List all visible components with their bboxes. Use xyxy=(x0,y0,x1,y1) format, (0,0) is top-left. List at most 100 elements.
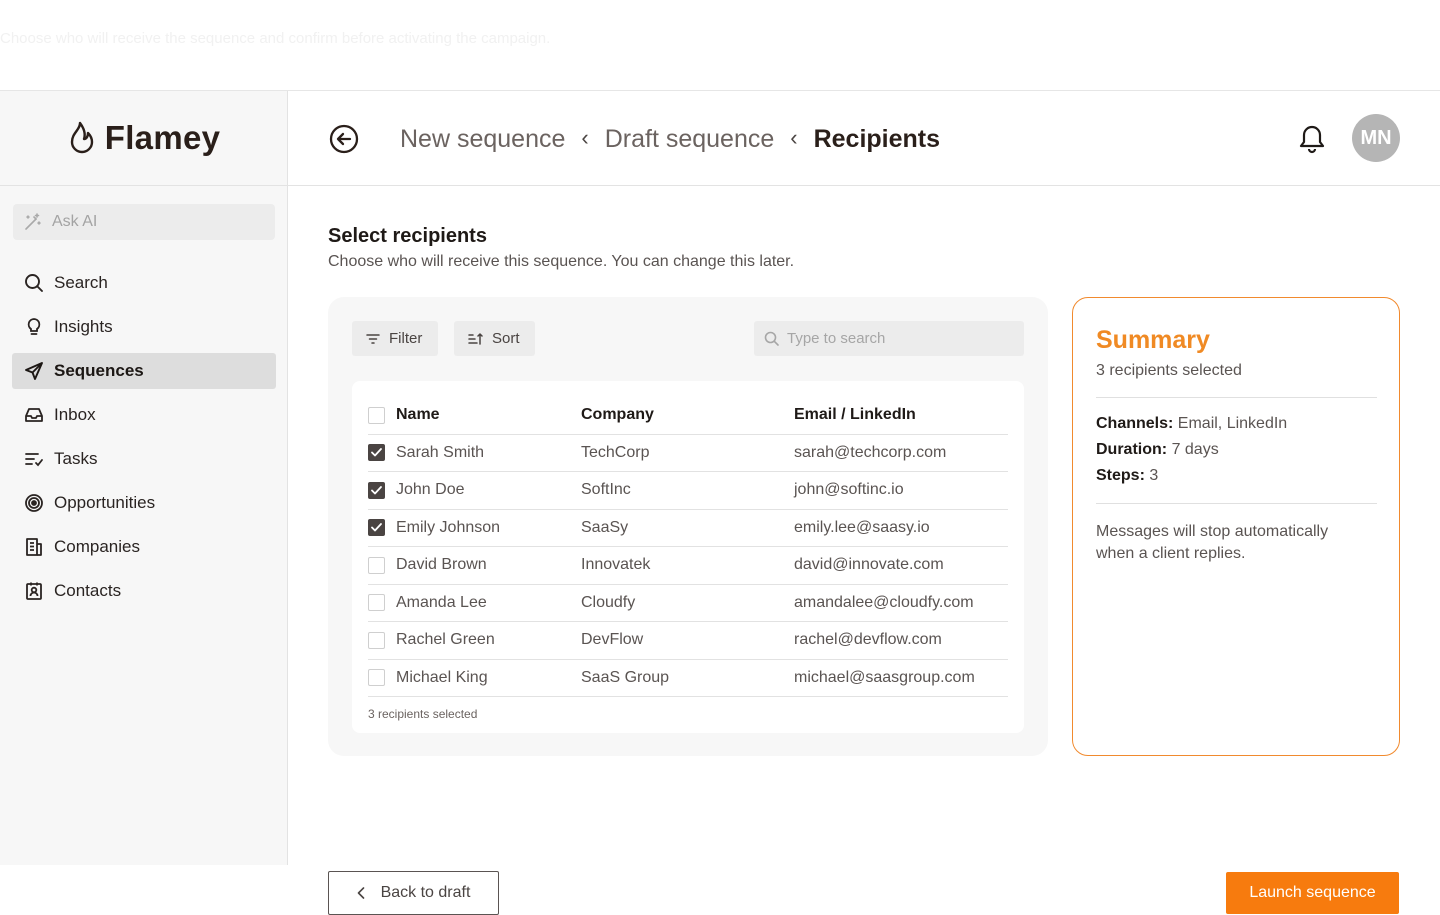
sidebar-item-label: Insights xyxy=(54,317,113,336)
summary-card: Summary 3 recipients selected Channels: … xyxy=(1072,297,1400,756)
cell-name: John Doe xyxy=(396,471,581,510)
cell-company: Cloudfy xyxy=(581,584,794,622)
sidebar-item-label: Contacts xyxy=(54,581,122,600)
page-title: Select recipients xyxy=(328,225,487,247)
row-checkbox[interactable] xyxy=(368,556,385,574)
sidebar: Flamey Ask AI Search Insights Sequences xyxy=(0,91,288,865)
sidebar-item-contacts[interactable]: Contacts xyxy=(12,573,276,609)
summary-steps-label: Steps: xyxy=(1096,467,1145,484)
summary-duration-value: 7 days xyxy=(1171,441,1219,458)
breadcrumb-draft-sequence[interactable]: Draft sequence xyxy=(605,125,775,154)
checkmark-icon xyxy=(371,485,382,494)
back-to-draft-label: Back to draft xyxy=(380,884,471,901)
bell-icon xyxy=(1299,125,1325,154)
cell-name: Rachel Green xyxy=(396,621,581,660)
summary-divider xyxy=(1096,397,1377,398)
cell-name: David Brown xyxy=(396,546,581,585)
summary-channels-value: Email, LinkedIn xyxy=(1177,415,1288,432)
target-icon xyxy=(25,494,43,512)
row-checkbox[interactable] xyxy=(368,444,385,462)
breadcrumb-new-sequence[interactable]: New sequence xyxy=(400,125,565,154)
summary-recipient-count: 3 recipients selected xyxy=(1096,362,1242,379)
summary-divider xyxy=(1096,503,1377,504)
brand-logo[interactable]: Flamey xyxy=(0,91,287,186)
column-header-name[interactable]: Name xyxy=(396,397,581,435)
sidebar-item-label: Tasks xyxy=(54,449,98,468)
inbox-icon xyxy=(25,408,43,422)
cell-email: michael@saasgroup.com xyxy=(794,659,1008,697)
notifications-button[interactable] xyxy=(1298,124,1326,159)
sidebar-item-tasks[interactable]: Tasks xyxy=(12,441,276,477)
cell-name: Emily Johnson xyxy=(396,509,581,547)
sidebar-item-inbox[interactable]: Inbox xyxy=(12,397,276,433)
cell-email: john@softinc.io xyxy=(794,471,1008,510)
sidebar-item-label: Sequences xyxy=(54,361,144,380)
breadcrumb-separator: ‹ xyxy=(581,125,589,150)
row-checkbox[interactable] xyxy=(368,669,385,687)
row-checkbox[interactable] xyxy=(368,481,385,499)
chevron-left-icon xyxy=(357,887,364,899)
sidebar-item-search[interactable]: Search xyxy=(12,265,276,301)
summary-channels-label: Channels: xyxy=(1096,415,1174,432)
cell-company: Innovatek xyxy=(581,546,794,585)
table-row[interactable]: Sarah Smith TechCorp sarah@techcorp.com xyxy=(368,434,1008,472)
search-icon xyxy=(25,274,43,292)
lightbulb-icon xyxy=(27,318,41,335)
recipients-table: Name Company Email / LinkedIn Sarah Smit… xyxy=(368,397,1008,697)
cell-email: amandalee@cloudfy.com xyxy=(794,584,1008,622)
avatar[interactable]: MN xyxy=(1352,114,1400,162)
contact-card-icon xyxy=(26,582,42,600)
table-row[interactable]: David Brown Innovatek david@innovate.com xyxy=(368,546,1008,585)
row-checkbox[interactable] xyxy=(368,519,385,537)
cell-company: SaaS Group xyxy=(581,659,794,697)
send-icon xyxy=(25,362,43,380)
sidebar-item-insights[interactable]: Insights xyxy=(12,309,276,345)
sidebar-item-opportunities[interactable]: Opportunities xyxy=(12,485,276,521)
column-header-company[interactable]: Company xyxy=(581,397,794,435)
row-checkbox[interactable] xyxy=(368,631,385,649)
ask-ai-button[interactable]: Ask AI xyxy=(13,204,275,240)
app-window: Flamey Ask AI Search Insights Sequences xyxy=(0,90,1440,915)
cell-company: SaaSy xyxy=(581,509,794,547)
filter-icon xyxy=(366,333,380,344)
cell-name: Sarah Smith xyxy=(396,434,581,472)
launch-sequence-button[interactable]: Launch sequence xyxy=(1226,872,1399,914)
table-body: Sarah Smith TechCorp sarah@techcorp.com Joh… xyxy=(368,434,1008,697)
cell-name: Amanda Lee xyxy=(396,584,581,622)
sort-icon xyxy=(468,332,483,345)
sidebar-item-label: Companies xyxy=(54,537,140,556)
recipients-panel: Filter Sort Name Company Email / xyxy=(328,297,1048,756)
table-row[interactable]: Emily Johnson SaaSy emily.lee@saasy.io xyxy=(368,509,1008,547)
recipients-table-card: Name Company Email / LinkedIn Sarah Smit… xyxy=(352,381,1024,733)
cell-email: rachel@devflow.com xyxy=(794,621,1008,660)
sort-button[interactable]: Sort xyxy=(454,321,535,356)
sort-label: Sort xyxy=(492,330,520,347)
ghost-hint-text: Choose who will receive the sequence and… xyxy=(0,30,551,47)
filter-button[interactable]: Filter xyxy=(352,321,438,356)
page-subtitle: Choose who will receive this sequence. Y… xyxy=(328,253,795,270)
table-row[interactable]: Amanda Lee Cloudfy amandalee@cloudfy.com xyxy=(368,584,1008,622)
table-row[interactable]: Rachel Green DevFlow rachel@devflow.com xyxy=(368,621,1008,660)
sidebar-item-label: Inbox xyxy=(54,405,96,424)
sidebar-item-sequences[interactable]: Sequences xyxy=(12,353,276,389)
cell-company: SoftInc xyxy=(581,471,794,510)
cell-company: DevFlow xyxy=(581,621,794,660)
row-checkbox[interactable] xyxy=(368,594,385,612)
select-all-checkbox[interactable] xyxy=(368,406,385,424)
back-button[interactable] xyxy=(329,124,359,159)
back-to-draft-button[interactable]: Back to draft xyxy=(328,871,499,915)
summary-title: Summary xyxy=(1096,326,1210,354)
checkmark-icon xyxy=(371,523,382,532)
search-input[interactable] xyxy=(787,330,1007,347)
cell-name: Michael King xyxy=(396,659,581,697)
sidebar-item-companies[interactable]: Companies xyxy=(12,529,276,565)
column-header-email[interactable]: Email / LinkedIn xyxy=(794,397,1008,435)
table-row[interactable]: John Doe SoftInc john@softinc.io xyxy=(368,471,1008,510)
summary-steps-value: 3 xyxy=(1149,467,1159,484)
table-row[interactable]: Michael King SaaS Group michael@saasgroup.… xyxy=(368,659,1008,697)
summary-steps: Steps: 3 xyxy=(1096,467,1158,485)
cell-company: TechCorp xyxy=(581,434,794,472)
table-header-row: Name Company Email / LinkedIn xyxy=(368,397,1008,435)
cell-email: david@innovate.com xyxy=(794,546,1008,585)
sidebar-item-label: Search xyxy=(54,273,108,292)
